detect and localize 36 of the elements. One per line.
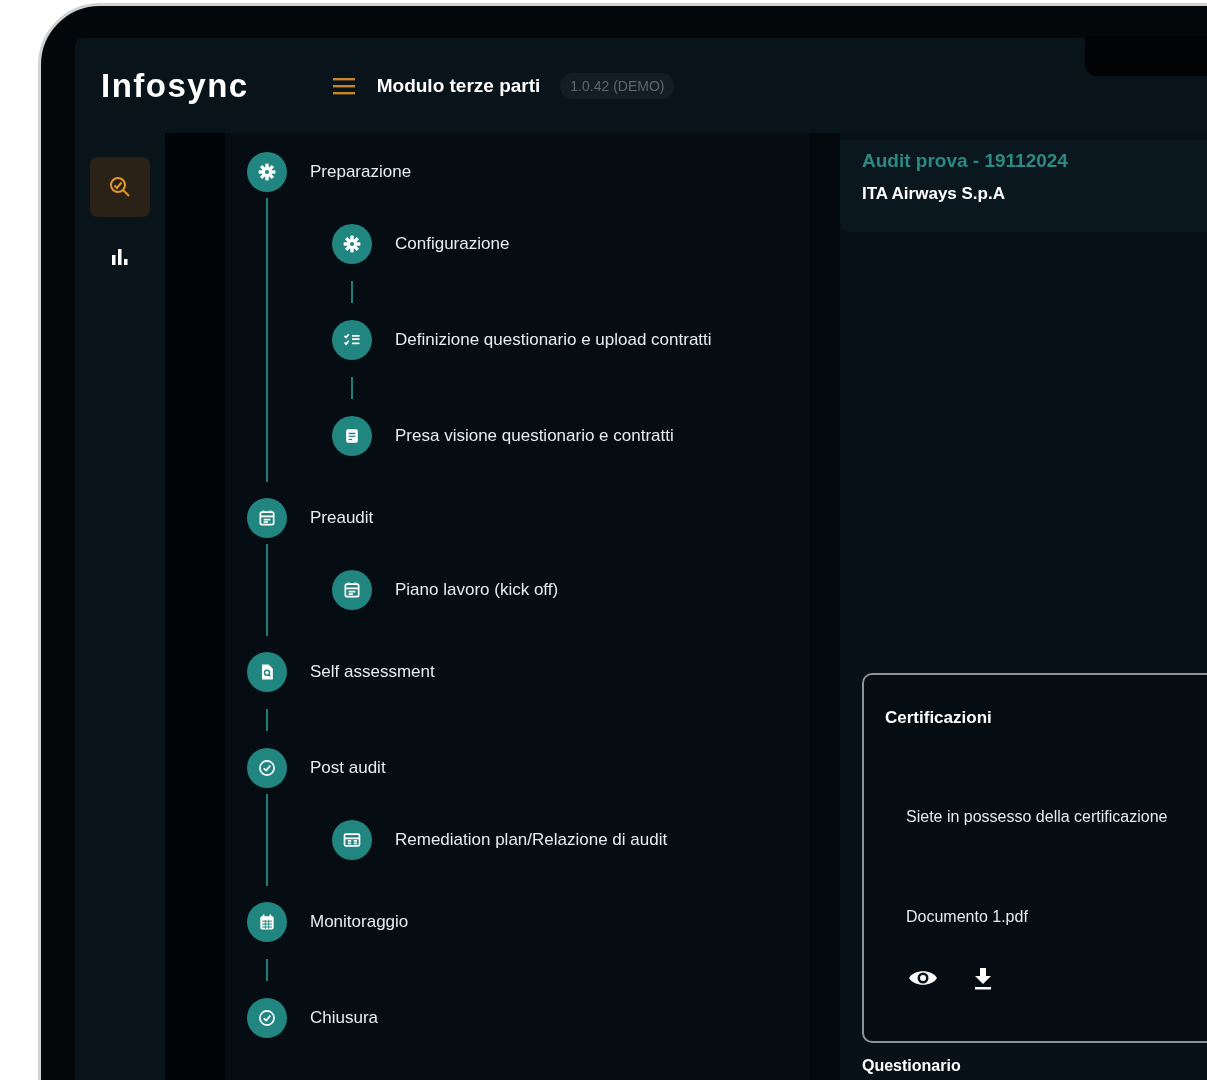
- step-label[interactable]: Preparazione: [310, 162, 412, 182]
- step-label[interactable]: Post audit: [310, 758, 386, 778]
- module-title: Modulo terze parti: [376, 74, 541, 97]
- grid-step-icon: [247, 902, 287, 942]
- audit-title: Audit prova - 19112024: [862, 150, 1069, 172]
- report-step-icon: [332, 820, 372, 860]
- file-name: Documento 1.pdf: [906, 908, 1029, 926]
- magnifier-check-icon: [108, 175, 132, 199]
- step-label[interactable]: Monitoraggio: [310, 912, 409, 932]
- substep-label[interactable]: Configurazione: [395, 234, 510, 254]
- eye-icon[interactable]: [908, 968, 938, 988]
- section-title: Questionario: [862, 1057, 962, 1075]
- substep-label[interactable]: Presa visione questionario e contratti: [395, 426, 674, 446]
- gear-step-icon: [332, 224, 372, 264]
- substep-label[interactable]: Piano lavoro (kick off): [395, 580, 559, 600]
- substep-label[interactable]: Definizione questionario e upload contratti: [395, 330, 712, 350]
- version-badge: 1.0.42 (DEMO): [560, 72, 675, 99]
- section-title: Certificazioni: [885, 708, 993, 728]
- document-step-icon: [332, 416, 372, 456]
- calendar-step-icon: [332, 570, 372, 610]
- download-icon[interactable]: [973, 966, 993, 990]
- company-name: ITA Airways S.p.A: [862, 184, 1006, 204]
- menu-icon[interactable]: [332, 76, 355, 95]
- question-text: Siete in possesso della certificazione: [906, 808, 1169, 826]
- step-label[interactable]: Self assessment: [310, 662, 435, 682]
- check-step-icon: [247, 998, 287, 1038]
- check-step-icon: [247, 748, 287, 788]
- checklist-step-icon: [332, 320, 372, 360]
- substep-label[interactable]: Remediation plan/Relazione di audit: [395, 830, 668, 850]
- search-step-icon: [247, 652, 287, 692]
- app-logo: Infosync: [101, 66, 249, 105]
- audit-nav-button[interactable]: [90, 157, 150, 217]
- step-label[interactable]: Preaudit: [310, 508, 374, 528]
- calendar-step-icon: [247, 498, 287, 538]
- step-label[interactable]: Chiusura: [310, 1008, 379, 1028]
- gear-step-icon: [247, 152, 287, 192]
